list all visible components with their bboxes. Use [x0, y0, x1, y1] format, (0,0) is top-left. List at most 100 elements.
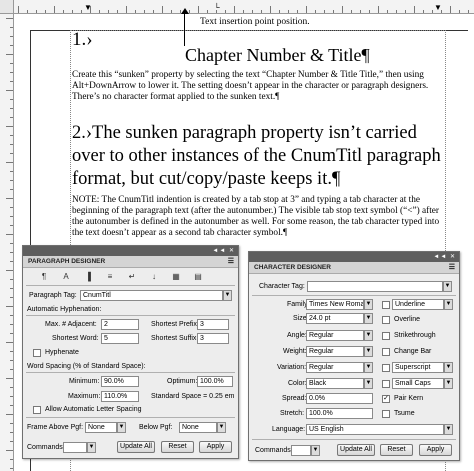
character-designer-titlebar[interactable]: ◄◄ ✕: [249, 252, 459, 262]
apply-button[interactable]: Apply: [199, 441, 232, 453]
window-controls-icon[interactable]: ◄◄ ✕: [212, 246, 235, 256]
paragraph-tag-dropdown[interactable]: ▼: [223, 290, 232, 301]
advanced-tab-icon[interactable]: ↵: [125, 271, 139, 283]
ruler-tick: [261, 10, 262, 13]
numbering-tab-icon[interactable]: ≡: [103, 271, 117, 283]
variation-field[interactable]: Regular: [306, 362, 364, 373]
small-caps-checkbox[interactable]: [382, 380, 390, 388]
stretch-field[interactable]: 100.0%: [306, 408, 373, 419]
direction-tab-icon[interactable]: ▤: [191, 271, 205, 283]
variation-dropdown[interactable]: ▼: [364, 362, 373, 373]
minimum-field[interactable]: 90.0%: [101, 376, 139, 387]
pair-kern-checkbox[interactable]: ✓: [382, 395, 390, 403]
underline-checkbox[interactable]: [382, 301, 390, 309]
ruler-tick: [10, 225, 13, 226]
update-all-button[interactable]: Update All: [337, 444, 375, 456]
hyphenate-label: Hyphenate: [45, 349, 79, 356]
superscript-field[interactable]: Superscript: [392, 362, 444, 373]
default-font-tab-icon[interactable]: A: [59, 271, 73, 283]
small-caps-dropdown[interactable]: ▼: [444, 378, 453, 389]
commands-field[interactable]: [291, 445, 311, 456]
maximum-field[interactable]: 110.0%: [101, 391, 139, 402]
weight-dropdown[interactable]: ▼: [364, 346, 373, 357]
variation-label: Variation:: [277, 364, 307, 371]
standard-space-text: Standard Space = 0.25 em: [151, 393, 235, 400]
color-dropdown[interactable]: ▼: [364, 378, 373, 389]
shortest-suffix-field[interactable]: 3: [197, 333, 229, 344]
underline-dropdown[interactable]: ▼: [444, 299, 453, 310]
frame-above-label: Frame Above Pgf:: [27, 424, 84, 431]
max-adjacent-field[interactable]: 2: [101, 319, 139, 330]
spread-field[interactable]: 0.0%: [306, 393, 373, 404]
horizontal-ruler[interactable]: [14, 0, 474, 14]
commands-dropdown[interactable]: ▼: [87, 442, 96, 453]
reset-button[interactable]: Reset: [161, 441, 194, 453]
family-field[interactable]: Times New Romar: [306, 299, 364, 310]
update-all-button[interactable]: Update All: [117, 441, 155, 453]
color-field[interactable]: Black: [306, 378, 364, 389]
tab-stop-marker[interactable]: └: [214, 4, 220, 12]
heading2-paragraph[interactable]: 2.›The sunken paragraph property isn’t c…: [72, 122, 452, 191]
commands-dropdown[interactable]: ▼: [311, 445, 320, 456]
language-field[interactable]: US English: [306, 424, 444, 435]
frame-below-dropdown[interactable]: ▼: [217, 422, 226, 433]
ruler-tick: [6, 198, 13, 199]
heading1-autonumber[interactable]: 1.›: [72, 29, 93, 51]
ruler-tick: [10, 261, 13, 262]
tsume-checkbox[interactable]: [382, 410, 390, 418]
character-tag-field[interactable]: [307, 281, 443, 292]
character-tag-dropdown[interactable]: ▼: [443, 281, 452, 292]
body-paragraph-2[interactable]: NOTE: The CnumTitl indention is created …: [72, 195, 448, 239]
size-dropdown[interactable]: ▼: [364, 313, 373, 324]
ruler-tick: [10, 72, 13, 73]
frame-above-field[interactable]: None: [85, 422, 117, 433]
ruler-tick: [117, 10, 118, 13]
weight-field[interactable]: Regular: [306, 346, 364, 357]
angle-field[interactable]: Regular: [306, 330, 364, 341]
left-indent-marker[interactable]: ▼: [84, 4, 92, 12]
superscript-checkbox[interactable]: [382, 364, 390, 372]
basic-tab-icon[interactable]: ¶: [37, 271, 51, 283]
superscript-dropdown[interactable]: ▼: [444, 362, 453, 373]
language-dropdown[interactable]: ▼: [444, 424, 453, 435]
shortest-word-field[interactable]: 5: [101, 333, 139, 344]
commands-field[interactable]: [63, 442, 87, 453]
strikethrough-checkbox[interactable]: [382, 332, 390, 340]
heading1-title[interactable]: Chapter Number & Title¶: [185, 45, 370, 66]
shortest-prefix-field[interactable]: 3: [197, 319, 229, 330]
apply-button[interactable]: Apply: [419, 444, 452, 456]
table-cell-tab-icon[interactable]: ▦: [169, 271, 183, 283]
ruler-tick: [63, 10, 64, 13]
frame-below-field[interactable]: None: [179, 422, 217, 433]
body-paragraph-1[interactable]: Create this “sunken” property by selecti…: [72, 70, 444, 103]
ruler-tick: [6, 306, 13, 307]
angle-dropdown[interactable]: ▼: [364, 330, 373, 341]
allow-letter-spacing-checkbox[interactable]: [33, 406, 41, 414]
ruler-tick: [108, 10, 109, 13]
size-field[interactable]: 24.0 pt: [306, 313, 364, 324]
panel-menu-icon[interactable]: ☰: [228, 256, 234, 268]
overline-checkbox[interactable]: [382, 316, 390, 324]
paragraph-designer-titlebar[interactable]: ◄◄ ✕: [23, 246, 238, 256]
right-indent-marker[interactable]: ▼: [434, 4, 442, 12]
panel-menu-icon[interactable]: ☰: [449, 262, 455, 274]
hyphenate-checkbox[interactable]: [33, 349, 41, 357]
frame-above-dropdown[interactable]: ▼: [117, 422, 126, 433]
optimum-field[interactable]: 100.0%: [197, 376, 233, 387]
reset-button[interactable]: Reset: [380, 444, 413, 456]
ruler-tick: [6, 54, 13, 55]
paragraph-designer-panel: ◄◄ ✕ PARAGRAPH DESIGNER ☰ ¶ A ▐ ≡ ↵ ↓ ▦ ▤ Parag…: [22, 245, 239, 459]
family-dropdown[interactable]: ▼: [364, 299, 373, 310]
ruler-tick: [6, 342, 13, 343]
vertical-ruler[interactable]: [0, 14, 14, 471]
ruler-tick: [468, 10, 469, 13]
underline-field[interactable]: Underline: [392, 299, 444, 310]
small-caps-field[interactable]: Small Caps: [392, 378, 444, 389]
asian-tab-icon[interactable]: ↓: [147, 271, 161, 283]
ruler-tick: [225, 10, 226, 13]
pagination-tab-icon[interactable]: ▐: [81, 271, 95, 283]
paragraph-tag-field[interactable]: CnumTitl: [80, 290, 223, 301]
window-controls-icon[interactable]: ◄◄ ✕: [433, 252, 456, 262]
ruler-tick: [189, 10, 190, 13]
change-bar-checkbox[interactable]: [382, 348, 390, 356]
